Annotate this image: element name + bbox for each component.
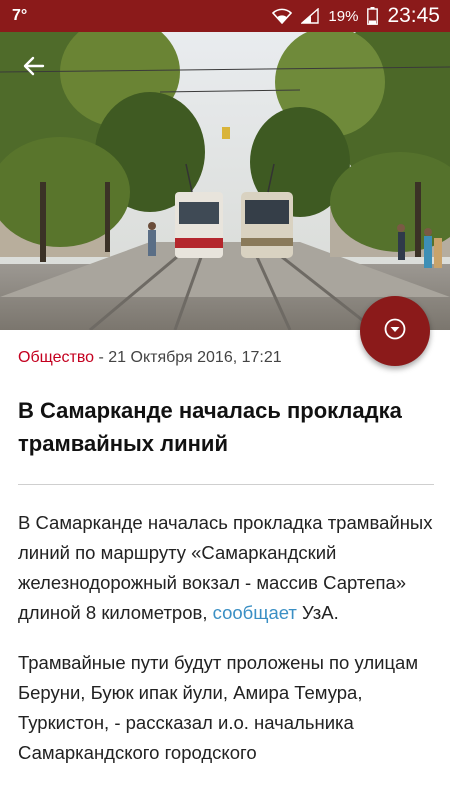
meta-separator: -	[94, 349, 109, 366]
category-link[interactable]: Общество	[18, 349, 94, 366]
paragraph-1: В Самарканде началась прокладка трамвайн…	[18, 508, 438, 628]
wifi-icon	[272, 8, 293, 24]
weather-indicator: 7°	[12, 7, 28, 24]
source-link[interactable]: сообщает	[213, 602, 297, 623]
expand-fab-button[interactable]	[360, 296, 430, 366]
divider	[18, 484, 434, 485]
chevron-down-circle-icon	[383, 317, 407, 346]
status-bar: 7° 19% 23:45	[0, 0, 450, 32]
article-meta: Общество - 21 Октября 2016, 17:21	[18, 349, 282, 367]
battery-percent: 19%	[328, 7, 359, 25]
paragraph-1-tail: УзА.	[296, 602, 339, 623]
article-title: В Самарканде началась прокладка трамвайн…	[18, 398, 402, 456]
clock: 23:45	[387, 4, 440, 27]
status-icons: 19% 23:45	[272, 4, 440, 28]
back-arrow-icon	[22, 54, 46, 83]
publish-date: 21 Октября 2016, 17:21	[108, 349, 282, 366]
paragraph-2: Трамвайные пути будут проложены по улица…	[18, 652, 419, 763]
article-body: В Самарканде началась прокладка трамвайн…	[18, 508, 438, 788]
signal-icon	[301, 8, 320, 24]
article-hero-image	[0, 32, 450, 330]
battery-icon	[367, 7, 379, 25]
back-button[interactable]	[14, 48, 54, 88]
